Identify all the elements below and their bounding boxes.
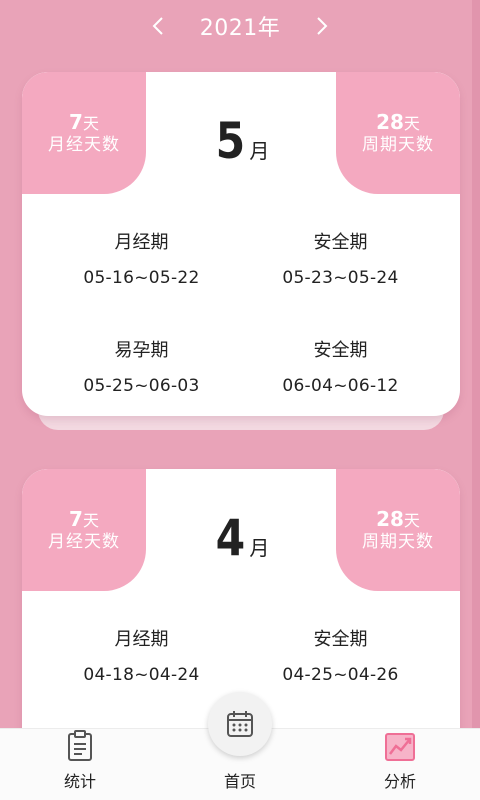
tab-stats[interactable]: 统计 (0, 729, 160, 800)
cycle-days-value: 28 (376, 109, 404, 134)
month-number: 5 (215, 112, 245, 170)
home-button[interactable] (208, 692, 272, 756)
phase-label: 安全期 (313, 232, 368, 253)
phase-grid: 月经期 05-16~05-22 安全期 05-23~05-24 易孕期 05-2… (22, 194, 460, 416)
phase-range: 05-23~05-24 (282, 268, 399, 288)
year-label: 2021年 (199, 16, 281, 41)
phase-label: 安全期 (313, 340, 368, 361)
phase-range: 04-25~04-26 (282, 665, 399, 685)
cycle-days-caption: 周期天数 (362, 531, 434, 552)
phase-item: 安全期 06-04~06-12 (241, 336, 440, 416)
year-header: 2021年 (0, 0, 480, 52)
phase-item: 安全期 05-23~05-24 (241, 228, 440, 336)
phase-range: 06-04~06-12 (282, 376, 399, 396)
phase-label: 月经期 (114, 629, 169, 650)
phase-label: 易孕期 (114, 340, 169, 361)
tab-analysis[interactable]: 分析 (320, 729, 480, 800)
chevron-left-icon (152, 17, 163, 35)
cycle-days-value: 28 (376, 506, 404, 531)
cycle-days-badge: 28天 周期天数 (336, 469, 460, 591)
tab-stats-label: 统计 (63, 772, 96, 791)
trend-chart-icon (385, 733, 415, 761)
prev-year-button[interactable] (138, 6, 178, 46)
phase-item: 月经期 05-16~05-22 (42, 228, 241, 336)
phase-label: 月经期 (114, 232, 169, 253)
phase-range: 05-25~06-03 (83, 376, 200, 396)
month-unit: 月 (249, 536, 270, 560)
tab-home-label: 首页 (223, 772, 256, 791)
month-number: 4 (215, 509, 245, 567)
tab-analysis-label: 分析 (383, 772, 416, 791)
cycle-days-caption: 周期天数 (362, 134, 434, 155)
phase-label: 安全期 (313, 629, 368, 650)
clipboard-icon (68, 730, 92, 761)
month-unit: 月 (249, 139, 270, 163)
cycle-days-unit: 天 (403, 113, 420, 133)
phase-item: 易孕期 05-25~06-03 (42, 336, 241, 416)
phase-range: 04-18~04-24 (83, 665, 200, 685)
cycle-days-badge: 28天 周期天数 (336, 72, 460, 194)
phase-range: 05-16~05-22 (83, 268, 200, 288)
cycle-days-unit: 天 (403, 510, 420, 530)
card-body: 7天 月经天数 5月 28天 周期天数 月经期 05-16~05-22 安全期 … (22, 72, 460, 416)
scrollbar[interactable] (472, 0, 480, 728)
next-year-button[interactable] (302, 6, 342, 46)
calendar-icon (227, 711, 253, 737)
chevron-right-icon (317, 17, 328, 35)
